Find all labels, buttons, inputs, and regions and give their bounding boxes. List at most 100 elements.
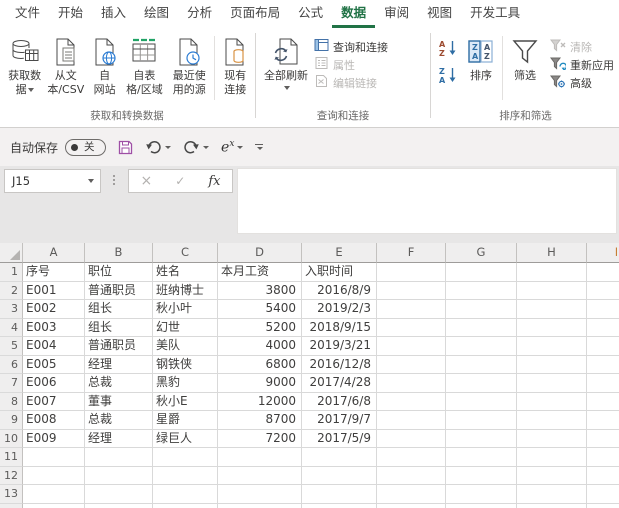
cell-H10[interactable] (517, 429, 587, 448)
cell-I1[interactable] (587, 263, 619, 282)
cell-I3[interactable] (587, 300, 619, 319)
cell-A11[interactable] (23, 448, 85, 467)
row-header-4[interactable]: 4 (0, 318, 23, 337)
column-header-B[interactable]: B (85, 243, 153, 263)
cell-D2[interactable]: 3800 (218, 281, 302, 300)
cell-H11[interactable] (517, 448, 587, 467)
row-header-1[interactable]: 1 (0, 263, 23, 282)
name-box[interactable]: J15 (4, 169, 101, 193)
cell-C1[interactable]: 姓名 (153, 263, 218, 282)
cell-C13[interactable] (153, 485, 218, 504)
cell-B1[interactable]: 职位 (85, 263, 153, 282)
cell-I10[interactable] (587, 430, 619, 448)
menu-tab[interactable]: 插入 (92, 0, 135, 28)
redo-button[interactable] (183, 140, 210, 154)
cell-A9[interactable]: E008 (23, 411, 85, 430)
cell-I4[interactable] (587, 319, 619, 337)
cell-I14[interactable] (587, 504, 619, 508)
cell-F13[interactable] (377, 485, 446, 504)
cell-E10[interactable]: 2017/5/9 (302, 429, 377, 448)
cell-I9[interactable] (587, 411, 619, 430)
cell-B5[interactable]: 普通职员 (85, 337, 153, 356)
cell-E8[interactable]: 2017/6/8 (302, 392, 377, 411)
cell-E1[interactable]: 入职时间 (302, 263, 377, 282)
get-data-button[interactable]: 获取数 据 (5, 35, 44, 96)
cell-F14[interactable] (377, 503, 446, 508)
cell-E3[interactable]: 2019/2/3 (302, 300, 377, 319)
cell-D11[interactable] (218, 448, 302, 467)
row-header-8[interactable]: 8 (0, 392, 23, 411)
column-header-D[interactable]: D (218, 243, 302, 263)
cell-E2[interactable]: 2016/8/9 (302, 281, 377, 300)
cell-A7[interactable]: E006 (23, 374, 85, 393)
cell-C8[interactable]: 秋小E (153, 392, 218, 411)
menu-tab[interactable]: 开始 (49, 0, 92, 28)
cell-G6[interactable] (446, 355, 517, 374)
cell-A8[interactable]: E007 (23, 392, 85, 411)
cell-H7[interactable] (517, 374, 587, 393)
undo-button[interactable] (145, 140, 172, 154)
cell-I2[interactable] (587, 282, 619, 300)
cell-I13[interactable] (587, 485, 619, 504)
cell-B8[interactable]: 董事 (85, 392, 153, 411)
cell-B3[interactable]: 组长 (85, 300, 153, 319)
column-header-F[interactable]: F (377, 243, 446, 263)
cell-B11[interactable] (85, 448, 153, 467)
row-header-5[interactable]: 5 (0, 337, 23, 356)
cell-B10[interactable]: 经理 (85, 429, 153, 448)
formula-input[interactable] (237, 168, 617, 234)
cell-D12[interactable] (218, 466, 302, 485)
cell-H3[interactable] (517, 300, 587, 319)
cell-A10[interactable]: E009 (23, 429, 85, 448)
cell-C4[interactable]: 幻世 (153, 318, 218, 337)
cell-I8[interactable] (587, 393, 619, 411)
cell-C11[interactable] (153, 448, 218, 467)
cell-H9[interactable] (517, 411, 587, 430)
cell-F12[interactable] (377, 466, 446, 485)
cell-G7[interactable] (446, 374, 517, 393)
cell-D4[interactable]: 5200 (218, 318, 302, 337)
cell-F3[interactable] (377, 300, 446, 319)
cell-D14[interactable] (218, 503, 302, 508)
menu-tab[interactable]: 分析 (178, 0, 221, 28)
cell-C12[interactable] (153, 466, 218, 485)
cell-I12[interactable] (587, 467, 619, 485)
cell-C7[interactable]: 黑豹 (153, 374, 218, 393)
queries-connections-button[interactable]: 查询和连接 (311, 38, 391, 55)
cell-F4[interactable] (377, 318, 446, 337)
cell-H1[interactable] (517, 263, 587, 282)
cell-I7[interactable] (587, 374, 619, 393)
cell-H12[interactable] (517, 466, 587, 485)
sort-descending-button[interactable]: Z A (437, 65, 459, 85)
cell-D8[interactable]: 12000 (218, 392, 302, 411)
cell-F6[interactable] (377, 355, 446, 374)
row-header-6[interactable]: 6 (0, 355, 23, 374)
menu-tab[interactable]: 文件 (6, 0, 49, 28)
cell-B13[interactable] (85, 485, 153, 504)
cell-B2[interactable]: 普通职员 (85, 281, 153, 300)
cell-A3[interactable]: E002 (23, 300, 85, 319)
cell-E5[interactable]: 2019/3/21 (302, 337, 377, 356)
cell-A6[interactable]: E005 (23, 355, 85, 374)
cell-B14[interactable] (85, 503, 153, 508)
cell-G9[interactable] (446, 411, 517, 430)
column-header-C[interactable]: C (153, 243, 218, 263)
cell-G3[interactable] (446, 300, 517, 319)
column-header-H[interactable]: H (517, 243, 587, 263)
cell-C14[interactable] (153, 503, 218, 508)
cell-H13[interactable] (517, 485, 587, 504)
cell-E4[interactable]: 2018/9/15 (302, 318, 377, 337)
reapply-filter-button[interactable]: 重新应用 (547, 56, 617, 73)
row-header-11[interactable]: 11 (0, 448, 23, 467)
cell-H8[interactable] (517, 392, 587, 411)
cell-E12[interactable] (302, 466, 377, 485)
cell-D13[interactable] (218, 485, 302, 504)
cell-I11[interactable] (587, 448, 619, 467)
advanced-filter-button[interactable]: 高级 (547, 74, 617, 91)
menu-tab[interactable]: 绘图 (135, 0, 178, 28)
cell-E13[interactable] (302, 485, 377, 504)
customize-toolbar-button[interactable] (255, 143, 264, 151)
row-header-10[interactable]: 10 (0, 429, 23, 448)
menu-tab[interactable]: 审阅 (375, 0, 418, 28)
cell-F11[interactable] (377, 448, 446, 467)
